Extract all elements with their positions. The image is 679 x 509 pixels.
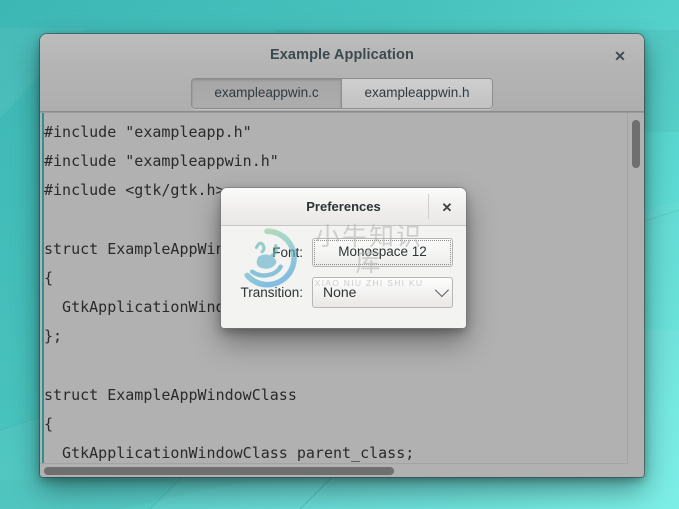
horizontal-scrollbar[interactable] <box>40 463 628 477</box>
transition-control: None <box>312 277 453 308</box>
horizontal-scrollbar-thumb[interactable] <box>44 467 394 475</box>
transition-label: Transition: <box>234 285 312 300</box>
chevron-down-icon <box>435 283 449 297</box>
transition-combobox[interactable]: None <box>312 277 453 308</box>
page-title: Example Application <box>40 47 644 63</box>
tab-exampleappwin-h[interactable]: exampleappwin.h <box>342 79 492 108</box>
font-control: Monospace 12 <box>312 238 453 267</box>
preferences-titlebar: Preferences ✕ <box>221 188 466 226</box>
preferences-dialog: Preferences ✕ Font: Monospace 12 Transit… <box>221 188 466 328</box>
vertical-scrollbar[interactable] <box>627 113 644 464</box>
transition-selected-value: None <box>323 284 356 300</box>
vertical-scrollbar-thumb[interactable] <box>632 120 640 168</box>
font-row: Font: Monospace 12 <box>234 238 453 267</box>
cursor-line-marker <box>42 113 44 464</box>
tab-exampleappwin-c[interactable]: exampleappwin.c <box>192 79 342 108</box>
font-chooser-button[interactable]: Monospace 12 <box>312 238 453 267</box>
stack-switcher: exampleappwin.c exampleappwin.h <box>191 78 493 109</box>
transition-row: Transition: None <box>234 277 453 308</box>
preferences-title: Preferences <box>221 199 466 214</box>
window-titlebar: Example Application ✕ exampleappwin.c ex… <box>40 34 644 112</box>
titlebar-separator <box>428 194 429 219</box>
preferences-body: Font: Monospace 12 Transition: None <box>221 226 466 328</box>
font-label: Font: <box>234 245 312 260</box>
close-icon[interactable]: ✕ <box>436 197 458 217</box>
close-icon[interactable]: ✕ <box>607 44 633 68</box>
